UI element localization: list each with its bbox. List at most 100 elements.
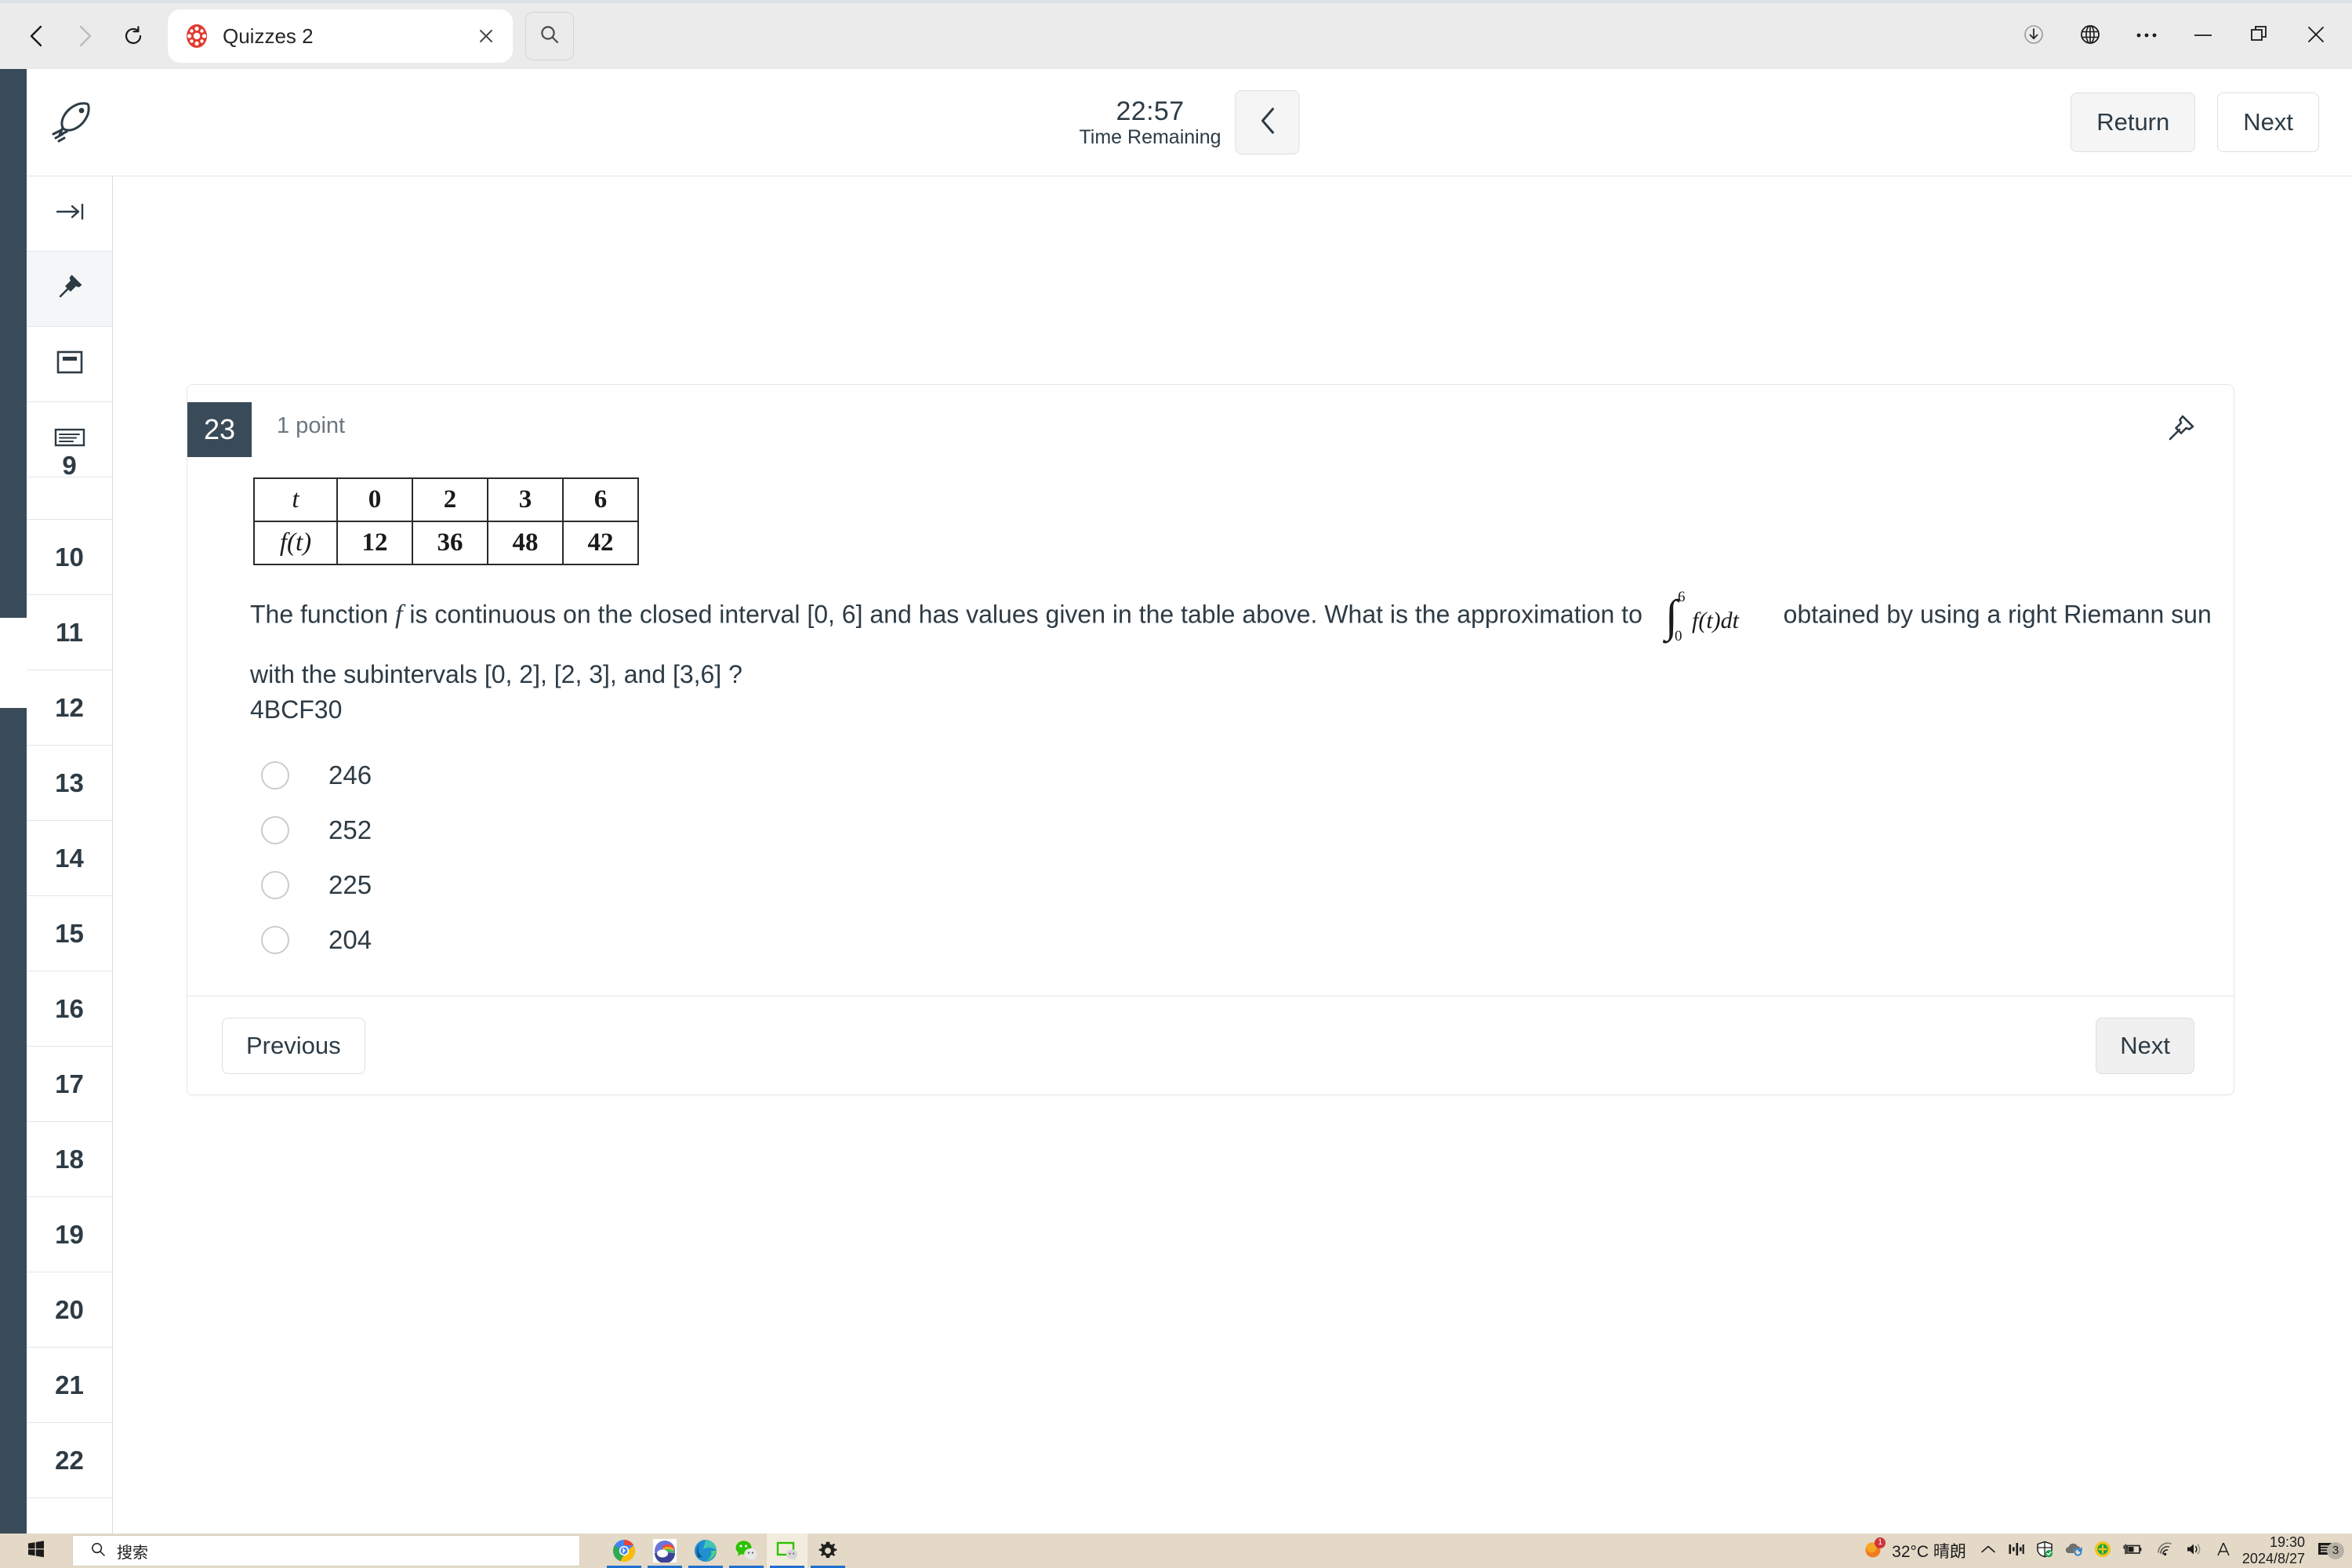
restore-icon	[2249, 24, 2270, 49]
update-tray-icon[interactable]	[2089, 1534, 2117, 1568]
more-options-button[interactable]	[2118, 12, 2175, 60]
sidebar-question-number: 13	[55, 768, 84, 797]
forward-button[interactable]	[63, 14, 107, 58]
answer-option-3[interactable]: 225	[250, 858, 2234, 913]
taskbar-app-wechat-desktop[interactable]	[767, 1534, 808, 1568]
weather-widget[interactable]: 1 32°C 晴朗	[1860, 1537, 1974, 1563]
taskbar-search-box[interactable]: 搜索	[72, 1535, 580, 1566]
taskbar-app-weather[interactable]	[644, 1534, 685, 1568]
table-cell-t0: 0	[336, 477, 413, 522]
header-next-button[interactable]: Next	[2217, 93, 2319, 152]
table-row-t: t 0 2 3 6	[253, 477, 639, 522]
sidebar-question-19[interactable]: 19	[27, 1197, 112, 1272]
table-row-label-ft: f(t)	[253, 521, 338, 565]
previous-button[interactable]: Previous	[222, 1017, 365, 1074]
battery-tray-icon[interactable]	[2117, 1534, 2150, 1568]
prompt-part-2: is continuous on the closed interval [0,…	[409, 600, 1642, 629]
tab-search-button[interactable]	[525, 12, 574, 60]
taskbar-app-settings[interactable]	[808, 1534, 848, 1568]
downloads-button[interactable]	[2005, 12, 2062, 60]
start-button[interactable]	[0, 1534, 72, 1568]
taskbar-clock[interactable]: 19:30 2024/8/27	[2238, 1534, 2313, 1566]
answer-radio[interactable]	[261, 816, 289, 845]
sidebar-question-21[interactable]: 21	[27, 1348, 112, 1423]
prompt-part-3: obtained by using a right Riemann sun	[1783, 600, 2212, 629]
sidebar-question-12[interactable]: 12	[27, 670, 112, 746]
question-card-header: 23 1 point	[187, 385, 2234, 468]
tab-close-button[interactable]	[472, 22, 500, 50]
taskbar-apps	[604, 1534, 848, 1568]
pushpin-outline-icon	[2163, 415, 2198, 449]
sidebar-question-15[interactable]: 15	[27, 896, 112, 971]
minimize-button[interactable]	[2175, 12, 2231, 60]
minimize-icon	[2193, 29, 2213, 43]
weather-badge: 1	[1875, 1537, 1886, 1548]
maximize-button[interactable]	[2231, 12, 2288, 60]
collapse-panel-icon	[53, 200, 87, 227]
timer-text: 22:57 Time Remaining	[1079, 96, 1221, 148]
search-icon	[90, 1541, 106, 1561]
sidebar-question-22[interactable]: 22	[27, 1423, 112, 1498]
back-button[interactable]	[14, 14, 58, 58]
sidebar-question-14[interactable]: 14	[27, 821, 112, 896]
integral-integrand: f(t)dt	[1692, 608, 1740, 633]
security-tray-icon[interactable]	[2031, 1534, 2059, 1568]
answer-label: 252	[328, 815, 372, 845]
answer-radio[interactable]	[261, 926, 289, 955]
sidebar-pin-button[interactable]	[27, 252, 112, 327]
taskbar-app-wechat[interactable]	[726, 1534, 767, 1568]
sidebar-question-number: 9	[62, 451, 77, 480]
quiz-logo[interactable]	[27, 69, 112, 176]
function-values-table: t 0 2 3 6 f(t) 12 36 48 42	[253, 477, 639, 565]
sidebar-question-18[interactable]: 18	[27, 1122, 112, 1197]
timer-label: Time Remaining	[1079, 126, 1221, 149]
timer-collapse-button[interactable]	[1235, 90, 1300, 154]
answer-option-1[interactable]: 246	[250, 748, 2234, 803]
show-hidden-icons-button[interactable]	[1974, 1534, 2002, 1568]
canvas-logo-icon	[183, 23, 210, 49]
windows-taskbar: 搜索 1 32°C 晴朗 19:30 2024/8/27 3	[0, 1534, 2352, 1568]
sidebar-question-20[interactable]: 20	[27, 1272, 112, 1348]
sidebar-collapse-button[interactable]	[27, 176, 112, 252]
global-nav-rail	[0, 69, 27, 1534]
answer-label: 225	[328, 870, 372, 900]
sidebar-question-number: 10	[55, 542, 84, 572]
sidebar-question-16[interactable]: 16	[27, 971, 112, 1047]
card-view-icon	[54, 347, 85, 382]
notifications-button[interactable]: 3	[2313, 1540, 2346, 1563]
onedrive-tray-icon[interactable]	[2059, 1534, 2089, 1568]
volume-tray-icon[interactable]	[2180, 1534, 2209, 1568]
sidebar-question-number: 18	[55, 1144, 84, 1174]
taskbar-app-edge[interactable]	[685, 1534, 726, 1568]
translate-button[interactable]	[2062, 12, 2118, 60]
sidebar-question-11[interactable]: 11	[27, 595, 112, 670]
answer-option-2[interactable]: 252	[250, 803, 2234, 858]
taskbar-app-chrome[interactable]	[604, 1534, 644, 1568]
sidebar-question-13[interactable]: 13	[27, 746, 112, 821]
windows-start-icon	[27, 1540, 45, 1563]
reload-icon	[122, 25, 144, 47]
sidebar-question-10[interactable]: 10	[27, 520, 112, 595]
table-cell-f0: 12	[336, 521, 413, 565]
reload-button[interactable]	[111, 14, 155, 58]
sidebar-question-number: 11	[56, 617, 83, 647]
sidebar-card-view-button[interactable]	[27, 327, 112, 402]
network-monitor-tray-icon[interactable]	[2002, 1534, 2031, 1568]
flag-question-button[interactable]	[2163, 412, 2198, 446]
close-window-button[interactable]	[2288, 12, 2344, 60]
wifi-tray-icon[interactable]	[2150, 1534, 2180, 1568]
rocket-icon	[45, 96, 94, 149]
next-button[interactable]: Next	[2096, 1017, 2194, 1074]
sidebar-question-17[interactable]: 17	[27, 1047, 112, 1122]
quiz-content-area: 23 1 point t 0 2 3 6 f(t) 12 36 48 42 Th…	[113, 176, 2352, 1534]
answer-option-4[interactable]: 204	[250, 913, 2234, 967]
answer-radio[interactable]	[261, 761, 289, 790]
sidebar-question-number: 22	[55, 1445, 84, 1475]
return-button[interactable]: Return	[2071, 93, 2196, 152]
browser-tab[interactable]: Quizzes 2	[168, 9, 513, 63]
sidebar-question-number: 15	[55, 918, 84, 948]
sidebar-question-9[interactable]: 9	[27, 451, 112, 520]
notifications-badge: 3	[2327, 1541, 2344, 1559]
answer-radio[interactable]	[261, 871, 289, 900]
ime-tray-icon[interactable]	[2209, 1534, 2238, 1568]
